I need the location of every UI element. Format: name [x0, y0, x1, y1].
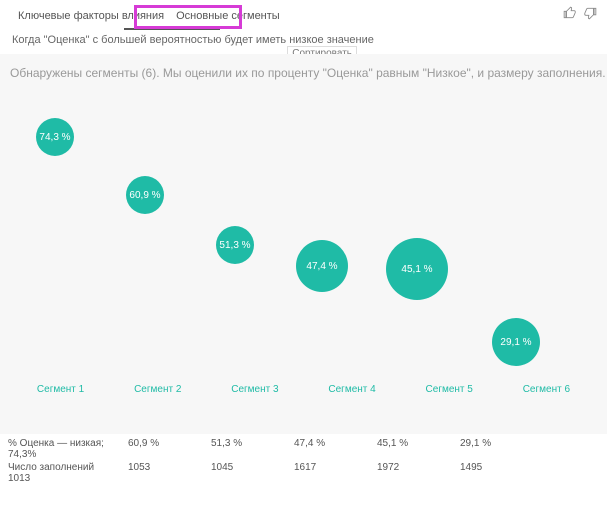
- axis-label: Сегмент 3: [212, 384, 298, 395]
- thumbs-down-icon[interactable]: [583, 6, 597, 25]
- footer-cell: 45,1 %: [365, 438, 448, 449]
- footer-label-count: Число заполнений 1013: [8, 462, 116, 484]
- chart-area: Обнаружены сегменты (6). Мы оценили их п…: [0, 54, 607, 434]
- bubble-segment-4[interactable]: 47,4 %: [296, 240, 348, 292]
- bubble-label: 60,9 %: [129, 190, 160, 201]
- footer-cell: 51,3 %: [199, 438, 282, 449]
- axis-label: Сегмент 5: [406, 384, 492, 395]
- bubble-label: 47,4 %: [306, 261, 337, 272]
- feedback-buttons: [563, 6, 597, 25]
- x-axis: Сегмент 1 Сегмент 2 Сегмент 3 Сегмент 4 …: [4, 384, 603, 395]
- footer-cell: 1972: [365, 462, 448, 473]
- bubble-segment-3[interactable]: 51,3 %: [216, 226, 254, 264]
- thumbs-up-icon[interactable]: [563, 6, 577, 25]
- footer-row-pct: % Оценка — низкая; 74,3% 60,9 % 51,3 % 4…: [8, 438, 599, 460]
- axis-label: Сегмент 1: [18, 384, 104, 395]
- bubble-label: 29,1 %: [500, 337, 531, 348]
- tab-key-influencers[interactable]: Ключевые факторы влияния: [12, 8, 170, 26]
- footer-label-pct: % Оценка — низкая; 74,3%: [8, 438, 116, 460]
- footer-row-count: Число заполнений 1013 1053 1045 1617 197…: [8, 462, 599, 484]
- bubble-segment-5[interactable]: 45,1 %: [386, 238, 448, 300]
- footer-cell: 29,1 %: [448, 438, 531, 449]
- tab-top-segments[interactable]: Основные сегменты: [170, 8, 286, 26]
- tabs: Ключевые факторы влияния Основные сегмен…: [12, 8, 595, 26]
- header: Ключевые факторы влияния Основные сегмен…: [0, 0, 607, 30]
- bubble-segment-6[interactable]: 29,1 %: [492, 318, 540, 366]
- axis-label: Сегмент 4: [309, 384, 395, 395]
- bubble-label: 45,1 %: [401, 264, 432, 275]
- footer-cell: 1617: [282, 462, 365, 473]
- tab-underline: [124, 28, 220, 30]
- footer-cell: 60,9 %: [116, 438, 199, 449]
- bubble-label: 74,3 %: [39, 132, 70, 143]
- segments-description: Обнаружены сегменты (6). Мы оценили их п…: [4, 64, 603, 88]
- footer-table: % Оценка — низкая; 74,3% 60,9 % 51,3 % 4…: [0, 434, 607, 484]
- footer-cell: 1495: [448, 462, 531, 473]
- footer-cell: 47,4 %: [282, 438, 365, 449]
- axis-label: Сегмент 2: [115, 384, 201, 395]
- bubble-segment-2[interactable]: 60,9 %: [126, 176, 164, 214]
- bubble-segment-1[interactable]: 74,3 %: [36, 118, 74, 156]
- footer-cell: 1053: [116, 462, 199, 473]
- axis-label: Сегмент 6: [503, 384, 589, 395]
- bubble-chart: 74,3 % 60,9 % 51,3 % 47,4 % 45,1 % 29,1 …: [14, 88, 593, 378]
- bubble-label: 51,3 %: [219, 240, 250, 251]
- footer-cell: 1045: [199, 462, 282, 473]
